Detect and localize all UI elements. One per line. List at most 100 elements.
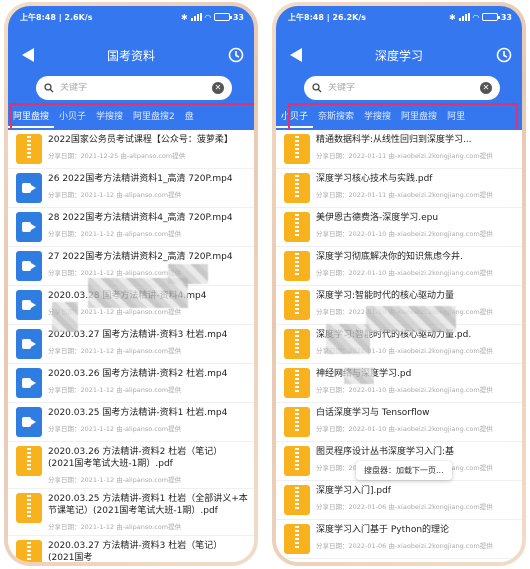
tab-0[interactable]: 小贝子: [276, 108, 314, 128]
list-item[interactable]: 深度学习入门].pdf 分享日期：2022-01-06 由-xiaobeizi.2…: [276, 481, 522, 520]
item-title: 2020.03.26 国考方法精讲-资料2 杜岩.mp4: [48, 369, 228, 379]
video-file-icon: [16, 368, 42, 398]
video-file-icon: [16, 251, 42, 281]
item-text: 2020.03.27 国考方法精讲-资料3 杜岩.mp4 分享日期：2021-1-…: [48, 329, 248, 355]
item-meta: 分享日期：2022-01-10 由-xiaobeizi.2kongjiang.c…: [316, 386, 493, 394]
status-bar: 上午8:48 | 2.6K/s ✱ ◠ 33: [8, 6, 254, 28]
list-item[interactable]: 2020.03.26 方法精讲-资料2 杜岩（笔记）(2021国考笔试大班-1期…: [8, 442, 254, 489]
search-icon: [44, 83, 54, 93]
page-title: 深度学习: [374, 48, 423, 63]
item-meta: 分享日期：2022-01-06 由-xiaobeizi.2kongjiang.c…: [316, 542, 493, 550]
tab-1[interactable]: 小贝子: [54, 108, 91, 128]
zip-file-icon: [284, 485, 310, 515]
list-item[interactable]: 2020.03.27 方法精讲-资料3 杜岩（笔记）(2021国考: [8, 536, 254, 562]
list-item[interactable]: 深度学习核心技术与实践.pdf 分享日期：2022-01-11 由-xiaobei…: [276, 169, 522, 208]
phone-right: 上午8:48 | 26.2K/s ✱ ◠ 33 深度学习 ✕ 小贝子奈斯搜: [272, 2, 526, 566]
list-item[interactable]: 2020.03.26 国考方法精讲-资料2 杜岩.mp4 分享日期：2021-1-…: [8, 364, 254, 403]
tab-4[interactable]: 盘: [180, 108, 199, 128]
item-title: 2020.03.25 国考方法精讲-资料1 杜岩.mp4: [48, 408, 228, 418]
search-input[interactable]: [60, 83, 212, 93]
list-item[interactable]: 26 2022国考方法精讲资料1_高清 720P.mp4 分享日期：2021-1-…: [8, 169, 254, 208]
blur-overlay: [344, 368, 374, 384]
zip-file-icon: [16, 540, 42, 562]
item-meta: 分享日期：2021-1-12 由-alipanso.com提供: [48, 269, 182, 277]
list-item[interactable]: 精通数据科学:从线性回归到深度学习... 分享日期：2022-01-11 由-xi…: [276, 130, 522, 169]
list-item[interactable]: 2020.03.25 国考方法精讲-资料1 杜岩.mp4 分享日期：2021-1-…: [8, 403, 254, 442]
item-text: 深度学习入门基于 Python的理论分享日期：2022-01-06 由-xiao…: [316, 524, 516, 550]
search-box[interactable]: ✕: [304, 76, 500, 100]
tab-0[interactable]: 阿里盘搜: [8, 108, 55, 128]
item-text: 2020.03.25 方法精讲-资料1 杜岩（全部讲义+本节课笔记）(2021国…: [48, 493, 248, 531]
list-item[interactable]: 深度学习彻底解决你的知识焦虑今井. 分享日期：2022-01-10 由-xiaob…: [276, 247, 522, 286]
wifi-icon: ◠: [204, 12, 211, 22]
screen-right: 上午8:48 | 26.2K/s ✱ ◠ 33 深度学习 ✕ 小贝子奈斯搜: [276, 6, 522, 562]
header: 上午8:48 | 26.2K/s ✱ ◠ 33 深度学习 ✕ 小贝子奈斯搜: [276, 6, 522, 130]
item-title: 2020.03.25 方法精讲-资料1 杜岩（全部讲义+本节课笔记）(2021国…: [48, 494, 248, 516]
item-text: 28 2022国考方法精讲资料4_高清 720P.mp4 分享日期：2021-1-…: [48, 212, 248, 238]
search-box[interactable]: ✕: [36, 76, 232, 100]
item-meta: 分享日期：2022-01-10 由-xiaobeizi.2kongjiang.c…: [316, 425, 493, 433]
item-text: 2022国家公务员考试课程【公众号：菠萝柔】 分享日期：2021-12-25 由-…: [48, 134, 248, 160]
clock-icon[interactable]: [228, 47, 244, 63]
list-item[interactable]: 深度学习入门基于 Python的理论分享日期：2022-01-06 由-xiao…: [276, 520, 522, 559]
tab-4[interactable]: 阿里: [442, 108, 470, 128]
search-icon: [312, 83, 322, 93]
item-title: 27 2022国考方法精讲资料2_高清 720P.mp4: [48, 252, 233, 262]
tab-2[interactable]: 学搜搜: [359, 108, 396, 128]
item-meta: 分享日期：2021-1-12 由-alipanso.com提供: [48, 191, 182, 199]
clock-icon[interactable]: [496, 47, 512, 63]
clear-icon[interactable]: ✕: [480, 82, 492, 94]
item-title: 2020.03.27 方法精讲-资料3 杜岩（笔记）(2021国考: [48, 541, 223, 562]
list-item[interactable]: 神经网络与深度学习.pd分享日期：2022-01-10 由-xiaobeizi.…: [276, 364, 522, 403]
item-text: 27 2022国考方法精讲资料2_高清 720P.mp4 分享日期：2021-1-…: [48, 251, 248, 277]
battery-percent: 33: [500, 12, 512, 22]
list-item[interactable]: 28 2022国考方法精讲资料4_高清 720P.mp4 分享日期：2021-1-…: [8, 208, 254, 247]
item-title: 深度学习入门基于 Python的理论: [316, 525, 450, 535]
tab-1[interactable]: 奈斯搜索: [313, 108, 359, 128]
clear-icon[interactable]: ✕: [212, 82, 224, 94]
status-bar: 上午8:48 | 26.2K/s ✱ ◠ 33: [276, 6, 522, 28]
item-meta: 分享日期：2022-01-11 由-xiaobeizi.2kongjiang.c…: [316, 191, 493, 199]
item-meta: 分享日期：2021-1-12 由-alipanso.com提供: [48, 425, 182, 433]
video-file-icon: [16, 407, 42, 437]
item-title: 2020.03.26 方法精讲-资料2 杜岩（笔记）(2021国考笔试大班-1期…: [48, 447, 223, 469]
back-icon[interactable]: [20, 48, 36, 62]
zip-file-icon: [284, 407, 310, 437]
tab-3[interactable]: 阿里盘搜: [396, 108, 442, 128]
zip-file-icon: [16, 134, 42, 164]
video-file-icon: [16, 290, 42, 320]
list-item[interactable]: 白话深度学习与 Tensorflow 分享日期：2022-01-10 由-xiao…: [276, 403, 522, 442]
item-title: 26 2022国考方法精讲资料1_高清 720P.mp4: [48, 174, 233, 184]
zip-file-icon: [284, 173, 310, 203]
item-meta: 分享日期：2021-12-25 由-alipanso.com提供: [48, 152, 186, 160]
tab-3[interactable]: 阿里盘搜2: [128, 108, 180, 128]
battery-icon: [213, 13, 232, 21]
bluetooth-icon: ✱: [181, 12, 188, 22]
list-item[interactable]: 2020.03.27 国考方法精讲-资料3 杜岩.mp4 分享日期：2021-1-…: [8, 325, 254, 364]
status-time-speed: 上午8:48 | 26.2K/s: [288, 12, 367, 22]
status-icons: ✱ ◠ 33: [181, 13, 244, 22]
item-title: 2020.03.27 国考方法精讲-资料3 杜岩.mp4: [48, 330, 228, 340]
phone-left: 上午8:48 | 2.6K/s ✱ ◠ 33 国考资料 ✕ 阿里盘搜小贝子: [4, 2, 258, 566]
item-title: 美伊恩古德费洛-深度学习.epu: [316, 213, 439, 223]
list-item[interactable]: 美伊恩古德费洛-深度学习.epu 分享日期：2022-01-10 由-xiaobe…: [276, 208, 522, 247]
list-item[interactable]: 2020.03.25 方法精讲-资料1 杜岩（全部讲义+本节课笔记）(2021国…: [8, 489, 254, 536]
source-tabs: 小贝子 奈斯搜索 学搜搜 阿里盘搜 阿里: [276, 106, 522, 130]
zip-file-icon: [284, 212, 310, 242]
result-list: 精通数据科学:从线性回归到深度学习... 分享日期：2022-01-11 由-xi…: [276, 130, 522, 562]
header: 上午8:48 | 2.6K/s ✱ ◠ 33 国考资料 ✕ 阿里盘搜小贝子: [8, 6, 254, 130]
battery-icon: [481, 13, 500, 21]
tab-2[interactable]: 学搜搜: [91, 108, 128, 128]
item-title: 深度学习:智能时代的核心驱动力量: [316, 291, 455, 301]
item-text: 2020.03.26 方法精讲-资料2 杜岩（笔记）(2021国考笔试大班-1期…: [48, 446, 248, 484]
list-item[interactable]: 2022国家公务员考试课程【公众号：菠萝柔】 分享日期：2021-12-25 由-…: [8, 130, 254, 169]
nav-bar: 国考资料: [8, 40, 254, 70]
item-meta: 分享日期：2022-01-10 由-xiaobeizi.2kongjiang.c…: [316, 230, 493, 238]
video-file-icon: [16, 173, 42, 203]
search-input[interactable]: [328, 83, 480, 93]
item-text: 深度学习核心技术与实践.pdf 分享日期：2022-01-11 由-xiaobei…: [316, 173, 516, 199]
blur-overlay: [326, 324, 370, 354]
back-icon[interactable]: [288, 48, 304, 62]
zip-file-icon: [284, 329, 310, 359]
item-title: 图灵程序设计丛书深度学习入门:基: [316, 447, 455, 457]
